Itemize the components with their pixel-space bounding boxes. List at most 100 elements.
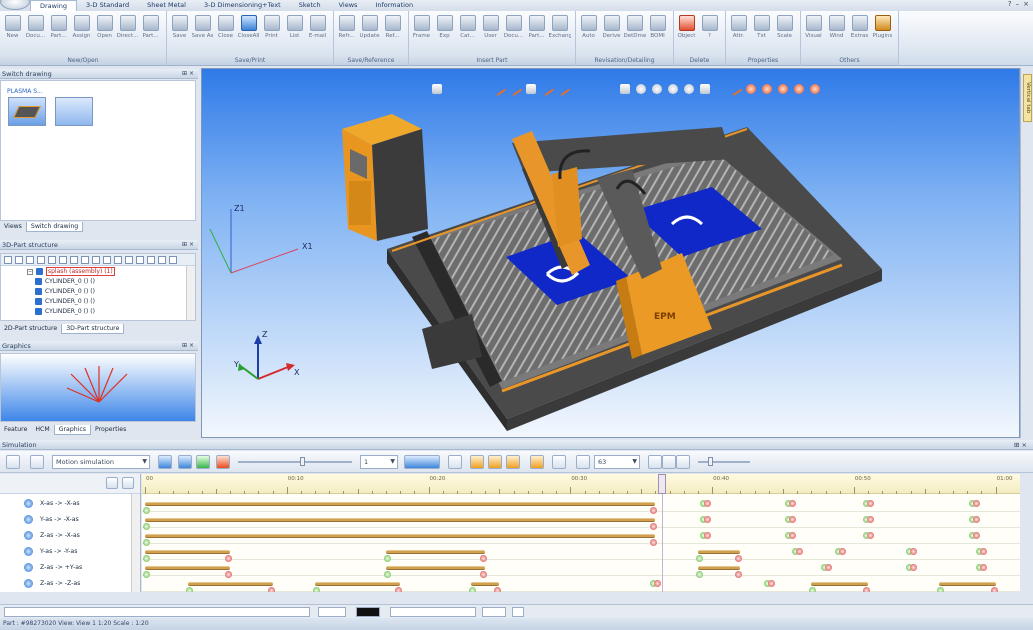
keyframe-marker[interactable]	[834, 548, 846, 556]
segment-start-handle[interactable]	[809, 587, 817, 592]
zoom-out-icon[interactable]	[662, 455, 676, 469]
camera-icon[interactable]	[552, 455, 566, 469]
tree-scrollbar[interactable]	[186, 266, 195, 320]
ribbon-button-part[interactable]: Part...	[48, 13, 69, 55]
gear-icon[interactable]	[448, 455, 462, 469]
ribbon-button-close-all[interactable]: CloseAll	[238, 13, 259, 55]
tab-0[interactable]: Drawing	[30, 0, 78, 11]
segment-end-handle[interactable]	[990, 587, 998, 592]
keyframe-marker[interactable]	[863, 532, 875, 540]
ribbon-button-scale[interactable]: Scale	[774, 13, 795, 55]
motion-segment[interactable]	[936, 582, 998, 592]
ribbon-button-reference[interactable]: Ref...	[382, 13, 403, 55]
keyframe-marker[interactable]	[785, 516, 797, 524]
simulation-mode-select[interactable]: Motion simulation ▼	[52, 455, 150, 469]
drawing-thumbnail-empty[interactable]	[55, 97, 93, 126]
track-row[interactable]: Z-as -> -X-as	[0, 528, 131, 544]
keyframe-marker[interactable]	[863, 516, 875, 524]
pin-icon[interactable]: ⊞ ×	[182, 341, 194, 351]
keyframe-marker[interactable]	[976, 564, 988, 572]
segment-end-handle[interactable]	[395, 587, 403, 592]
direction-arrow-icon[interactable]	[404, 455, 440, 469]
keyframe-marker[interactable]	[700, 500, 711, 508]
play-icon[interactable]	[196, 455, 210, 469]
path-icon[interactable]	[506, 455, 520, 469]
keyframe-marker[interactable]	[785, 532, 797, 540]
tab-6[interactable]: Information	[366, 0, 422, 11]
time-slider-knob[interactable]	[300, 457, 305, 466]
keyframe-marker[interactable]	[763, 580, 775, 588]
speed-select[interactable]: 1 ▼	[360, 455, 398, 469]
ribbon-button-print[interactable]: Print	[261, 13, 282, 55]
track-scrollbar[interactable]	[131, 494, 140, 592]
ribbon-button-help[interactable]: ?	[699, 13, 720, 55]
tree-tool-icon[interactable]	[37, 256, 45, 264]
panel-tab-views[interactable]: Views	[0, 222, 26, 232]
ribbon-button-close[interactable]: Close	[215, 13, 236, 55]
tree-tool-icon[interactable]	[48, 256, 56, 264]
motion-segment[interactable]	[143, 534, 658, 546]
ribbon-button-part[interactable]: Part...	[526, 13, 547, 55]
ribbon-button-plugins[interactable]: Plugins	[872, 13, 893, 55]
step-back-icon[interactable]	[178, 455, 192, 469]
ribbon-button-exchange[interactable]: Exchange	[549, 13, 571, 55]
line-type-select[interactable]	[390, 607, 476, 617]
keyframe-marker[interactable]	[969, 532, 981, 540]
minimize-icon[interactable]: –	[1016, 0, 1020, 8]
drawing-thumbnail-plasma[interactable]	[8, 97, 46, 126]
panel-tab-hcm[interactable]: HCM	[31, 425, 53, 435]
ribbon-button-extras[interactable]: Extras	[849, 13, 870, 55]
panel-tab-feature[interactable]: Feature	[0, 425, 31, 435]
motion-segment[interactable]	[384, 566, 488, 578]
motion-segment[interactable]	[143, 550, 233, 562]
tools-icon[interactable]	[512, 607, 524, 617]
sim-options-icon[interactable]	[30, 455, 44, 469]
line-style-select[interactable]	[318, 607, 346, 617]
ribbon-button-email[interactable]: E-mail	[307, 13, 328, 55]
tree-tool-icon[interactable]	[70, 256, 78, 264]
motion-segment[interactable]	[143, 518, 658, 530]
pin-icon[interactable]: ⊞ ×	[182, 240, 194, 250]
color-select[interactable]	[356, 607, 380, 617]
track-row[interactable]: Y-as -> -X-as	[0, 512, 131, 528]
pin-icon[interactable]: ⊞ ×	[182, 69, 194, 79]
panel-tab-properties[interactable]: Properties	[91, 425, 130, 435]
close-icon[interactable]: ×	[1023, 0, 1029, 8]
segment-end-handle[interactable]	[863, 587, 871, 592]
time-slider[interactable]	[238, 457, 352, 466]
track-row[interactable]: X-as -> -X-as	[0, 496, 131, 512]
keyframe-marker[interactable]	[785, 500, 797, 508]
tab-1[interactable]: 3-D Standard	[77, 0, 138, 11]
pin-icon[interactable]: ⊞ ×	[1014, 440, 1027, 450]
help-icon[interactable]: ?	[1008, 0, 1012, 8]
fps-select[interactable]: 63 ▼	[594, 455, 640, 469]
motion-segment[interactable]	[143, 502, 658, 514]
record-icon[interactable]	[576, 455, 590, 469]
segment-end-handle[interactable]	[267, 587, 275, 592]
ribbon-button-derive[interactable]: Derive	[601, 13, 622, 55]
tree-item[interactable]: CYLINDER_0 () ()	[35, 297, 95, 307]
ribbon-button-save-as[interactable]: Save As	[192, 13, 213, 55]
track-row[interactable]: Z-as -> -Z-as	[0, 576, 131, 592]
simulation-timeline[interactable]: 00 00:10 00:20 00:30 00:40 00:50 01:00	[142, 474, 1020, 592]
ribbon-button-delete-object[interactable]: Object	[676, 13, 697, 55]
motion-segment[interactable]	[185, 582, 275, 592]
expand-toggle-icon[interactable]: −	[27, 268, 33, 275]
panel-tab-switch-drawing[interactable]: Switch drawing	[25, 222, 84, 232]
tree-item[interactable]: CYLINDER_0 () ()	[35, 307, 95, 317]
tree-tool-icon[interactable]	[147, 256, 155, 264]
expand-icon[interactable]	[106, 477, 118, 489]
ribbon-button-bom[interactable]: BOMI	[647, 13, 668, 55]
segment-start-handle[interactable]	[313, 587, 321, 592]
ribbon-button-catalog[interactable]: Cat...	[457, 13, 478, 55]
keyframe-marker[interactable]	[969, 516, 981, 524]
segment-start-handle[interactable]	[185, 587, 193, 592]
ribbon-button-save[interactable]: Save	[169, 13, 190, 55]
zoom-slider-knob[interactable]	[708, 457, 713, 466]
segment-end-handle[interactable]	[494, 587, 502, 592]
keyframe-marker[interactable]	[700, 516, 711, 524]
ribbon-button-list[interactable]: List	[284, 13, 305, 55]
tree-tool-icon[interactable]	[136, 256, 144, 264]
vertical-side-tab[interactable]: Vertical tab	[1023, 74, 1032, 122]
ribbon-button-direct[interactable]: Direct...	[117, 13, 138, 55]
